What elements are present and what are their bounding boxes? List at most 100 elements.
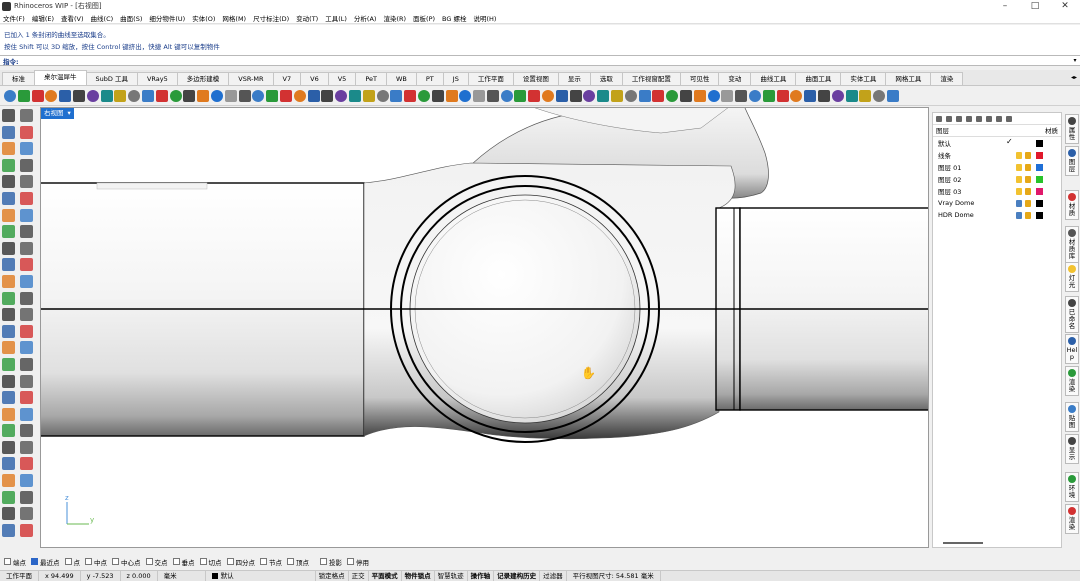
toolbar-command-icon[interactable]: [45, 89, 58, 102]
tab-polygon-modeling[interactable]: 多边形建模: [176, 72, 230, 85]
toolbar-command-icon[interactable]: [72, 89, 85, 102]
osnap-checkbox[interactable]: [31, 558, 38, 565]
menu-dimension[interactable]: 尺寸标注(D): [253, 13, 289, 23]
tab-vray5[interactable]: VRay5: [136, 72, 178, 85]
lightbulb-icon[interactable]: [1016, 175, 1022, 183]
left-toolbar-command-icon[interactable]: [20, 241, 33, 255]
left-toolbar-command-icon[interactable]: [20, 208, 33, 222]
menu-panels[interactable]: 面板(P): [413, 13, 435, 23]
osnap-checkbox[interactable]: [199, 558, 207, 565]
osnap-option[interactable]: 投影: [320, 557, 342, 567]
toolbar-command-icon[interactable]: [445, 89, 458, 102]
status-mode-toggle[interactable]: 正交: [349, 571, 369, 581]
tab-cplane[interactable]: 工作平面: [467, 72, 514, 85]
toolbar-command-icon[interactable]: [224, 89, 237, 102]
toolbar-command-icon[interactable]: [638, 89, 651, 102]
status-mode-toggle[interactable]: 过滤器: [540, 571, 567, 581]
tab-display[interactable]: 显示: [557, 72, 591, 85]
toolbar-command-icon[interactable]: [128, 89, 141, 102]
toolbar-command-icon[interactable]: [169, 89, 182, 102]
side-tab[interactable]: 渲染: [1065, 366, 1079, 396]
side-tab[interactable]: 材质库: [1065, 226, 1079, 263]
tab-v6[interactable]: V6: [300, 72, 329, 85]
tab-surface-tools[interactable]: 曲面工具: [795, 72, 842, 85]
left-toolbar-command-icon[interactable]: [2, 291, 15, 305]
toolbar-command-icon[interactable]: [17, 89, 30, 102]
toolbar-command-icon[interactable]: [321, 89, 334, 102]
left-toolbar-command-icon[interactable]: [2, 424, 15, 438]
osnap-checkbox[interactable]: [347, 558, 354, 565]
new-sublayer-icon[interactable]: [946, 115, 952, 122]
toolbar-command-icon[interactable]: [266, 89, 279, 102]
toolbar-command-icon[interactable]: [376, 89, 389, 102]
menu-help[interactable]: 说明(H): [474, 13, 497, 23]
left-toolbar-command-icon[interactable]: [20, 424, 33, 438]
left-toolbar-command-icon[interactable]: [2, 175, 15, 189]
side-tab[interactable]: 已命名: [1065, 296, 1079, 333]
lock-icon[interactable]: [1025, 187, 1031, 195]
layers-scrollbar[interactable]: [943, 542, 983, 544]
osnap-option[interactable]: 垂点: [172, 557, 195, 567]
left-toolbar-command-icon[interactable]: [20, 341, 33, 355]
toolbar-command-icon[interactable]: [583, 89, 596, 102]
lock-icon[interactable]: [1025, 163, 1031, 171]
left-toolbar-command-icon[interactable]: [20, 357, 33, 371]
tab-mesh-tools[interactable]: 网格工具: [885, 72, 932, 85]
toolbar-command-icon[interactable]: [431, 89, 444, 102]
move-down-icon[interactable]: [976, 115, 982, 122]
side-tab[interactable]: 图层: [1065, 146, 1079, 176]
left-toolbar-command-icon[interactable]: [2, 191, 15, 205]
layer-color-swatch[interactable]: [1036, 163, 1043, 171]
osnap-checkbox[interactable]: [4, 558, 11, 565]
layer-row[interactable]: HDR Dome: [933, 209, 1061, 221]
menu-view[interactable]: 查看(V): [61, 13, 84, 23]
left-toolbar-command-icon[interactable]: [20, 374, 33, 388]
side-tab[interactable]: 属性: [1065, 114, 1079, 144]
lightbulb-icon[interactable]: [1016, 151, 1022, 159]
osnap-option[interactable]: 中点: [85, 557, 107, 567]
side-tab[interactable]: 显示: [1065, 434, 1079, 464]
tab-select[interactable]: 选取: [589, 72, 623, 85]
toolbar-command-icon[interactable]: [279, 89, 292, 102]
toolbar-command-icon[interactable]: [4, 89, 16, 102]
layer-color-swatch[interactable]: [1036, 175, 1043, 183]
left-toolbar-command-icon[interactable]: [2, 341, 15, 355]
left-toolbar-command-icon[interactable]: [2, 357, 15, 371]
menu-render[interactable]: 渲染(R): [383, 13, 406, 23]
toolbar-command-icon[interactable]: [776, 89, 789, 102]
toolbar-command-icon[interactable]: [335, 89, 348, 102]
toolbar-command-icon[interactable]: [155, 89, 168, 102]
side-tab[interactable]: 渲染: [1065, 504, 1079, 534]
left-toolbar-command-icon[interactable]: [2, 474, 15, 488]
filter-icon[interactable]: [986, 115, 992, 122]
menu-mesh[interactable]: 网格(M): [222, 13, 246, 23]
layer-color-swatch[interactable]: [1036, 151, 1043, 159]
toolbar-command-icon[interactable]: [569, 89, 582, 102]
left-toolbar-command-icon[interactable]: [20, 440, 33, 454]
left-toolbar-command-icon[interactable]: [2, 308, 15, 322]
osnap-option[interactable]: 中心点: [112, 557, 141, 567]
left-toolbar-command-icon[interactable]: [2, 490, 15, 504]
layer-row[interactable]: 图层 02: [933, 173, 1061, 185]
left-toolbar-command-icon[interactable]: [20, 490, 33, 504]
osnap-option[interactable]: 端点: [4, 557, 26, 567]
toolbar-command-icon[interactable]: [666, 89, 679, 102]
left-toolbar-command-icon[interactable]: [2, 142, 15, 156]
layer-row[interactable]: 图层 01: [933, 161, 1061, 173]
lightbulb-icon[interactable]: [1016, 211, 1022, 219]
left-toolbar-command-icon[interactable]: [2, 109, 15, 122]
tab-pt[interactable]: PT: [415, 72, 444, 85]
menu-curve[interactable]: 曲线(C): [91, 13, 114, 23]
tab-scroll-arrows[interactable]: ◂▸: [1068, 72, 1080, 84]
lock-icon[interactable]: [1025, 151, 1031, 159]
osnap-option[interactable]: 四分点: [226, 557, 255, 567]
left-toolbar-command-icon[interactable]: [2, 507, 15, 521]
left-toolbar-command-icon[interactable]: [20, 175, 33, 189]
right-viewport[interactable]: 右视图 ▾ ✋ z y: [40, 107, 929, 548]
left-toolbar-command-icon[interactable]: [2, 440, 15, 454]
left-toolbar-command-icon[interactable]: [2, 258, 15, 272]
left-toolbar-command-icon[interactable]: [20, 125, 33, 139]
toolbar-command-icon[interactable]: [514, 89, 527, 102]
left-toolbar-command-icon[interactable]: [2, 457, 15, 471]
menu-file[interactable]: 文件(F): [3, 13, 25, 23]
